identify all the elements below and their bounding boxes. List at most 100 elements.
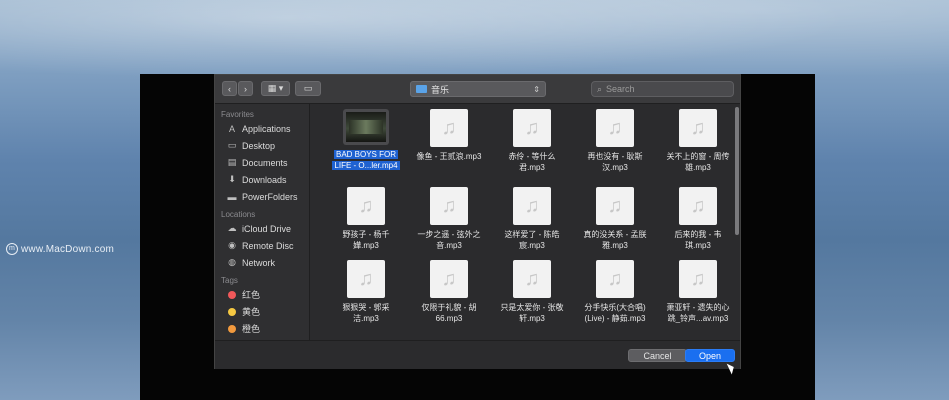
file-name-line2: 音.mp3 bbox=[408, 240, 490, 251]
sidebar-item-documents[interactable]: ▤ Documents bbox=[215, 154, 309, 171]
sidebar-item-icloud-drive[interactable]: ☁ iCloud Drive bbox=[215, 220, 309, 237]
file-name-text: 关不上的窗 - 周传 bbox=[666, 152, 730, 161]
file-name-text: (Live) - 静茹.mp3 bbox=[584, 314, 646, 323]
dialog-footer: Cancel Open bbox=[215, 340, 740, 369]
file-name-line1: 野孩子 - 杨千 bbox=[325, 229, 407, 240]
downloads-icon: ⬇ bbox=[228, 174, 236, 184]
file-name-text: 轩.mp3 bbox=[519, 314, 545, 323]
cloud-icon: ☁ bbox=[227, 223, 237, 233]
sidebar-item-label: Downloads bbox=[242, 174, 287, 185]
file-name-line2: 轩.mp3 bbox=[491, 313, 573, 324]
audio-file-item[interactable]: ♫ 野孩子 - 杨千 嬅.mp3 bbox=[325, 187, 407, 251]
file-name-text: 仅限于礼貌 - 胡 bbox=[421, 303, 477, 312]
audio-file-item[interactable]: ♫ 再也没有 - 耿斯 汉.mp3 bbox=[574, 109, 656, 173]
file-name-line2: 跳_铃声...av.mp3 bbox=[657, 313, 735, 324]
back-button[interactable]: ‹ bbox=[222, 81, 237, 96]
audio-file-item[interactable]: ♫ 分手快乐(大合唱) (Live) - 静茹.mp3 bbox=[574, 260, 656, 324]
audio-file-item[interactable]: ♫ 仅限于礼貌 - 胡 66.mp3 bbox=[408, 260, 490, 324]
audio-file-item[interactable]: ♫ 一步之遥 - 弦外之 音.mp3 bbox=[408, 187, 490, 251]
music-note-icon: ♫ bbox=[430, 187, 468, 225]
sidebar-item-desktop[interactable]: ▭ Desktop bbox=[215, 137, 309, 154]
audio-file-item[interactable]: ♫ 萧亚轩 - 遗失的心 跳_铃声...av.mp3 bbox=[657, 260, 735, 324]
file-name-line1: 真的没关系 - 孟朕 bbox=[574, 229, 656, 240]
tag-color-dot-icon bbox=[228, 290, 236, 299]
file-name-text: 雅.mp3 bbox=[602, 241, 628, 250]
folder-icon: ▬ bbox=[227, 191, 237, 202]
watermark-text: www.MacDown.com bbox=[21, 243, 115, 255]
file-name-line1: 赤伶 - 等什么 bbox=[491, 151, 573, 162]
sidebar-item-applications[interactable]: A Applications bbox=[215, 120, 309, 137]
audio-file-item[interactable]: ♫ 真的没关系 - 孟朕 雅.mp3 bbox=[574, 187, 656, 251]
file-name-line1: 像鱼 - 王贰浪.mp3 bbox=[408, 151, 490, 162]
file-name-line1: BAD BOYS FOR bbox=[325, 149, 407, 160]
file-name-text: 再也没有 - 耿斯 bbox=[587, 152, 643, 161]
file-name-line2: 66.mp3 bbox=[408, 313, 490, 324]
file-name-text: 嬅.mp3 bbox=[353, 241, 379, 250]
documents-icon: ▤ bbox=[227, 157, 237, 167]
audio-file-item[interactable]: ♫ 像鱼 - 王贰浪.mp3 bbox=[408, 109, 490, 162]
file-name-line1: 这样爱了 - 陈皓 bbox=[491, 229, 573, 240]
sidebar-tag-item[interactable]: 橙色 bbox=[215, 320, 309, 337]
video-frame bbox=[349, 120, 383, 134]
sidebar-item-label: Desktop bbox=[242, 140, 276, 151]
file-name-line2: 雅.mp3 bbox=[574, 240, 656, 251]
file-name-text: LIFE - O...ler.mp4 bbox=[332, 161, 400, 170]
file-name-line2: 汉.mp3 bbox=[574, 162, 656, 173]
file-name-line1: 关不上的窗 - 周传 bbox=[657, 151, 735, 162]
video-file-item[interactable]: BAD BOYS FOR LIFE - O...ler.mp4 bbox=[325, 109, 407, 171]
selection-highlight bbox=[343, 109, 389, 145]
file-name-text: 66.mp3 bbox=[435, 314, 463, 323]
dialog-toolbar: ‹ › ▦ ▾ ▭ 音乐 ⇕ ⌕ Search bbox=[215, 75, 740, 104]
sidebar-tag-item[interactable]: 红色 bbox=[215, 286, 309, 303]
file-grid: BAD BOYS FOR LIFE - O...ler.mp4 ♫ 像鱼 - 王贰浪.… bbox=[325, 104, 735, 340]
file-name-text: 琪.mp3 bbox=[685, 241, 711, 250]
sidebar-header-tags: Tags bbox=[221, 276, 238, 285]
file-name-line2: 琪.mp3 bbox=[657, 240, 735, 251]
file-name-line2: 宸.mp3 bbox=[491, 240, 573, 251]
sidebar-tag-label: 红色 bbox=[242, 290, 261, 300]
music-note-icon: ♫ bbox=[679, 187, 717, 225]
forward-button[interactable]: › bbox=[238, 81, 253, 96]
open-button[interactable]: Open bbox=[685, 349, 735, 362]
sidebar-item-remote-disc[interactable]: ◉ Remote Disc bbox=[215, 237, 309, 254]
sidebar-item-label: Network bbox=[242, 257, 276, 268]
file-name-text: BAD BOYS FOR bbox=[333, 150, 398, 159]
desktop-icon: ▭ bbox=[227, 140, 237, 150]
file-name-text: 音.mp3 bbox=[436, 241, 462, 250]
cancel-button[interactable]: Cancel bbox=[628, 349, 687, 362]
file-name-line2: 洁.mp3 bbox=[325, 313, 407, 324]
sidebar-item-label: Remote Disc bbox=[242, 240, 294, 251]
sidebar-item-downloads[interactable]: ⬇ Downloads bbox=[215, 171, 309, 188]
file-name-text: 萧亚轩 - 遗失的心 bbox=[666, 303, 730, 312]
path-popup[interactable]: 音乐 ⇕ bbox=[410, 81, 546, 97]
music-note-icon: ♫ bbox=[679, 260, 717, 298]
view-mode-button[interactable]: ▦ ▾ bbox=[261, 81, 290, 96]
audio-file-item[interactable]: ♫ 只是太爱你 - 张敬 轩.mp3 bbox=[491, 260, 573, 324]
chevron-left-icon: ‹ bbox=[228, 83, 231, 94]
tag-color-dot-icon bbox=[228, 324, 236, 333]
audio-file-item[interactable]: ♫ 关不上的窗 - 周传 雄.mp3 bbox=[657, 109, 735, 173]
file-name-text: 野孩子 - 杨千 bbox=[342, 230, 390, 239]
file-name-text: 汉.mp3 bbox=[602, 163, 628, 172]
audio-file-item[interactable]: ♫ 赤伶 - 等什么 君.mp3 bbox=[491, 109, 573, 173]
scroll-thumb[interactable] bbox=[735, 107, 739, 235]
file-name-line1: 萧亚轩 - 遗失的心 bbox=[657, 302, 735, 313]
audio-file-item[interactable]: ♫ 后来的我 - 韦琪.mp3 bbox=[657, 187, 735, 251]
search-input[interactable]: ⌕ Search bbox=[591, 81, 734, 97]
sidebar-item-network[interactable]: ◍ Network bbox=[215, 254, 309, 271]
folder-icon bbox=[416, 85, 427, 93]
scrollbar[interactable] bbox=[734, 105, 740, 305]
audio-file-item[interactable]: ♫ 这样爱了 - 陈皓 宸.mp3 bbox=[491, 187, 573, 251]
sidebar-item-label: Documents bbox=[242, 157, 288, 168]
new-folder-button[interactable]: ▭ bbox=[295, 81, 321, 96]
file-name-line2: 嬅.mp3 bbox=[325, 240, 407, 251]
sidebar-tag-item[interactable]: 黄色 bbox=[215, 303, 309, 320]
sidebar: Favorites A Applications ▭ Desktop ▤ Document… bbox=[215, 104, 310, 340]
file-name-text: 真的没关系 - 孟朕 bbox=[583, 230, 647, 239]
file-name-line1: 再也没有 - 耿斯 bbox=[574, 151, 656, 162]
sidebar-item-powerfolders[interactable]: ▬ PowerFolders bbox=[215, 188, 309, 205]
audio-file-item[interactable]: ♫ 狠狠哭 - 郭采 洁.mp3 bbox=[325, 260, 407, 324]
path-current: 音乐 bbox=[431, 84, 450, 95]
disc-icon: ◉ bbox=[228, 240, 236, 250]
watermark: m www.MacDown.com bbox=[6, 243, 114, 255]
